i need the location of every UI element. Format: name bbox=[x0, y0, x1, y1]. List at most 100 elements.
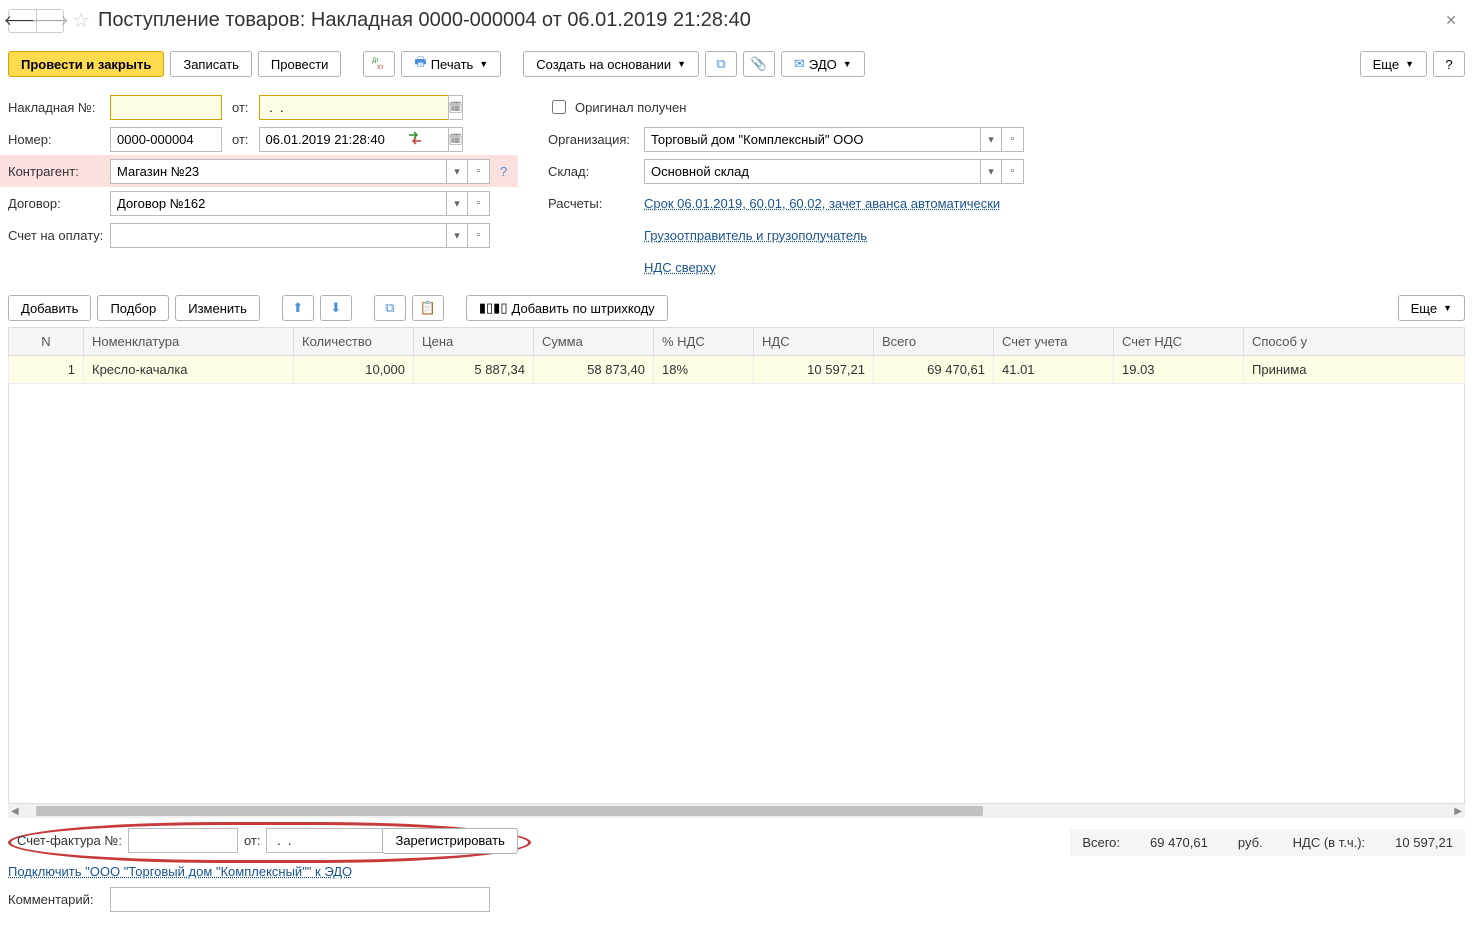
open-icon[interactable]: ▫ bbox=[1002, 159, 1024, 184]
create-based-on-button[interactable]: Создать на основании ▼ bbox=[523, 51, 699, 77]
chevron-down-icon: ▼ bbox=[1405, 59, 1414, 69]
invoice-no-label: Накладная №: bbox=[8, 100, 104, 115]
col-sum[interactable]: Сумма bbox=[534, 328, 654, 356]
dropdown-icon[interactable]: ▾ bbox=[446, 223, 468, 248]
totals-currency: руб. bbox=[1238, 835, 1263, 850]
structure-icon: ⧉ bbox=[716, 56, 725, 72]
edo-button[interactable]: ✉ ЭДО ▼ bbox=[781, 51, 865, 77]
contract-label: Договор: bbox=[8, 196, 104, 211]
paste-icon: 📋 bbox=[420, 300, 436, 316]
counterparty-input[interactable] bbox=[110, 159, 446, 184]
move-up-button[interactable]: ⬆ bbox=[282, 295, 314, 321]
col-qty[interactable]: Количество bbox=[294, 328, 414, 356]
help-icon[interactable]: ? bbox=[496, 164, 511, 179]
change-button[interactable]: Изменить bbox=[175, 295, 260, 321]
arrow-up-icon: ⬆ bbox=[292, 300, 303, 316]
table-empty-area bbox=[8, 384, 1465, 804]
col-total[interactable]: Всего bbox=[874, 328, 994, 356]
col-price[interactable]: Цена bbox=[414, 328, 534, 356]
svg-text:Дт: Дт bbox=[372, 57, 379, 64]
original-received-checkbox[interactable] bbox=[552, 100, 566, 114]
prepay-label: Счет на оплату: bbox=[8, 228, 104, 243]
barcode-label: Добавить по штрихкоду bbox=[512, 301, 655, 316]
prepay-input[interactable] bbox=[110, 223, 446, 248]
edo-connect-link[interactable]: Подключить "ООО "Торговый дом "Комплексн… bbox=[8, 864, 352, 879]
horizontal-scrollbar[interactable]: ◀ ▶ bbox=[8, 804, 1465, 818]
open-icon[interactable]: ▫ bbox=[1002, 127, 1024, 152]
invoice-date-input[interactable] bbox=[259, 95, 448, 120]
envelope-icon: ✉ bbox=[794, 56, 805, 72]
more-label: Еще bbox=[1373, 57, 1399, 72]
add-by-barcode-button[interactable]: ▮▯▮▯ Добавить по штрихкоду bbox=[466, 295, 668, 321]
close-button[interactable]: ✕ bbox=[1437, 8, 1465, 33]
org-input[interactable] bbox=[644, 127, 980, 152]
edo-label: ЭДО bbox=[809, 57, 837, 72]
post-button[interactable]: Провести bbox=[258, 51, 342, 77]
totals-vat: 10 597,21 bbox=[1395, 835, 1453, 850]
help-button[interactable]: ? bbox=[1433, 51, 1465, 77]
totals-bar: Всего: 69 470,61 руб. НДС (в т.ч.): 10 5… bbox=[1070, 829, 1465, 856]
col-method[interactable]: Способ у bbox=[1244, 328, 1465, 356]
pick-button[interactable]: Подбор bbox=[97, 295, 169, 321]
printer-icon: 🖶 bbox=[414, 53, 426, 75]
warehouse-label: Склад: bbox=[548, 164, 638, 179]
col-acct[interactable]: Счет учета bbox=[994, 328, 1114, 356]
vat-link[interactable]: НДС сверху bbox=[644, 260, 716, 275]
col-n[interactable]: N bbox=[9, 328, 84, 356]
col-nomenclature[interactable]: Номенклатура bbox=[84, 328, 294, 356]
favorite-star-icon[interactable]: ☆ bbox=[72, 8, 90, 33]
invoice-no-input[interactable] bbox=[110, 95, 222, 120]
col-vat[interactable]: НДС bbox=[754, 328, 874, 356]
scroll-thumb[interactable] bbox=[36, 806, 983, 816]
calendar-icon[interactable]: 🗓 bbox=[448, 95, 464, 120]
open-icon[interactable]: ▫ bbox=[468, 223, 490, 248]
totals-label: Всего: bbox=[1082, 835, 1120, 850]
arrow-down-icon: ⬇ bbox=[330, 300, 341, 316]
chevron-down-icon: ▼ bbox=[677, 59, 686, 69]
original-received-label: Оригинал получен bbox=[575, 100, 686, 115]
more-button[interactable]: Еще ▼ bbox=[1360, 51, 1427, 77]
calendar-icon[interactable]: 🗓 bbox=[448, 127, 464, 152]
col-vat-acct[interactable]: Счет НДС bbox=[1114, 328, 1244, 356]
dropdown-icon[interactable]: ▾ bbox=[980, 159, 1002, 184]
paperclip-icon: 📎 bbox=[751, 56, 767, 72]
table-row[interactable]: 1 Кресло-качалка 10,000 5 887,34 58 873,… bbox=[9, 356, 1465, 384]
print-label: Печать bbox=[431, 57, 474, 72]
warehouse-input[interactable] bbox=[644, 159, 980, 184]
write-button[interactable]: Записать bbox=[170, 51, 252, 77]
sf-no-input[interactable] bbox=[128, 828, 238, 853]
scroll-right-icon[interactable]: ▶ bbox=[1451, 806, 1465, 817]
open-icon[interactable]: ▫ bbox=[468, 191, 490, 216]
col-vat-pct[interactable]: % НДС bbox=[654, 328, 754, 356]
number-input[interactable] bbox=[110, 127, 222, 152]
contract-input[interactable] bbox=[110, 191, 446, 216]
open-icon[interactable]: ▫ bbox=[468, 159, 490, 184]
create-based-label: Создать на основании bbox=[536, 57, 671, 72]
invoice-factura-highlight: Счет-фактура №: от: 🗓 Зарегистрировать bbox=[8, 822, 531, 863]
dropdown-icon[interactable]: ▾ bbox=[980, 127, 1002, 152]
attach-button[interactable]: 📎 bbox=[743, 51, 775, 77]
post-and-close-button[interactable]: Провести и закрыть bbox=[8, 51, 164, 77]
table-more-button[interactable]: Еще ▼ bbox=[1398, 295, 1465, 321]
settlements-label: Расчеты: bbox=[548, 196, 638, 211]
move-down-button[interactable]: ⬇ bbox=[320, 295, 352, 321]
comment-input[interactable] bbox=[110, 887, 490, 912]
totals-sum: 69 470,61 bbox=[1150, 835, 1208, 850]
paste-button[interactable]: 📋 bbox=[412, 295, 444, 321]
settlements-link[interactable]: Срок 06.01.2019, 60.01, 60.02, зачет ава… bbox=[644, 196, 1000, 211]
shipper-link[interactable]: Грузоотправитель и грузополучатель bbox=[644, 228, 867, 243]
register-button[interactable]: Зарегистрировать bbox=[382, 828, 517, 854]
copy-button[interactable]: ⧉ bbox=[374, 295, 406, 321]
nav-forward-button[interactable]: 🡒 bbox=[36, 9, 64, 33]
print-button[interactable]: 🖶 Печать ▼ bbox=[401, 51, 501, 77]
dropdown-icon[interactable]: ▾ bbox=[446, 191, 468, 216]
structure-button[interactable]: ⧉ bbox=[705, 51, 737, 77]
dropdown-icon[interactable]: ▾ bbox=[446, 159, 468, 184]
scroll-left-icon[interactable]: ◀ bbox=[8, 806, 22, 817]
org-label: Организация: bbox=[548, 132, 638, 147]
from-label-2: от: bbox=[228, 132, 253, 147]
items-table: N Номенклатура Количество Цена Сумма % Н… bbox=[8, 327, 1465, 384]
add-row-button[interactable]: Добавить bbox=[8, 295, 91, 321]
dt-kt-button[interactable]: ДтКт bbox=[363, 51, 395, 77]
swap-icon[interactable] bbox=[407, 130, 423, 149]
